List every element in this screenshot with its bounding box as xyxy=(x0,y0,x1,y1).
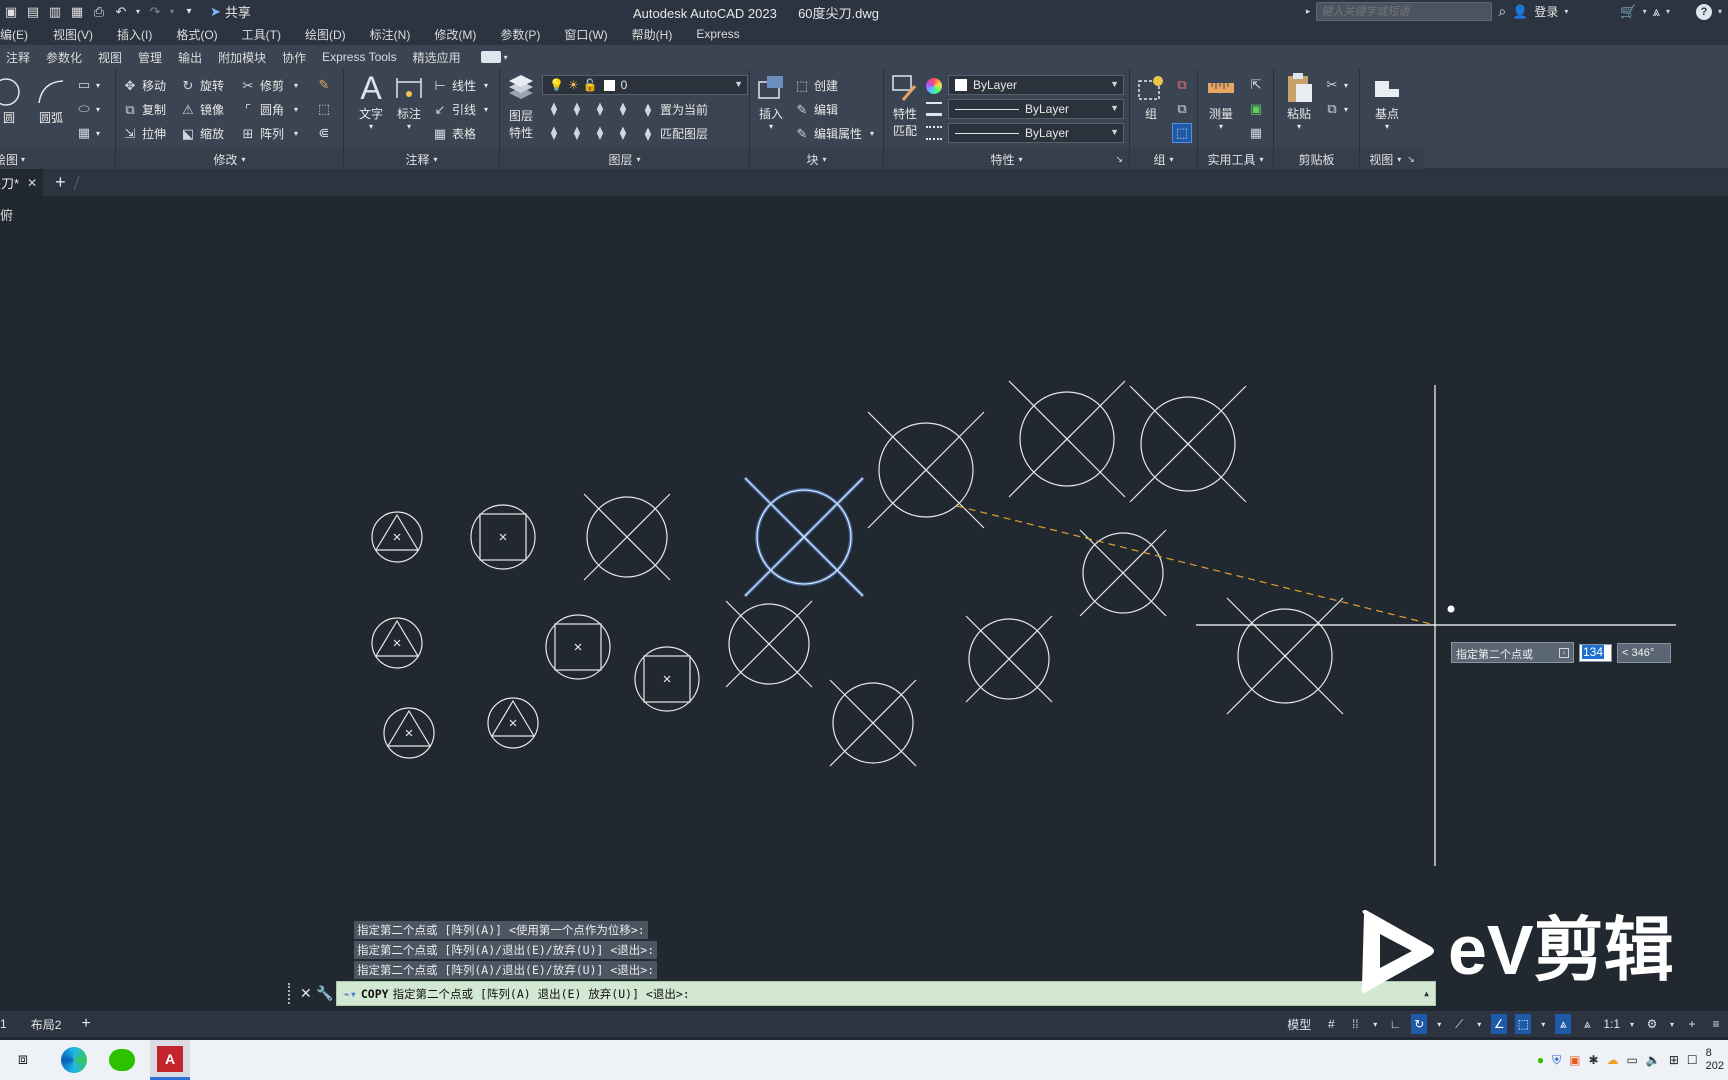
circle-cross-mark-block[interactable] xyxy=(1226,597,1344,715)
plus-icon[interactable]: + xyxy=(1684,1014,1700,1034)
dynamic-input-distance[interactable]: 134 xyxy=(1579,644,1612,662)
circle-cross-block[interactable] xyxy=(583,493,671,581)
circle-triangle-block[interactable] xyxy=(383,707,435,759)
circle-cross-mark-block[interactable] xyxy=(1129,385,1247,503)
current-prompt: 指定第二个点或 [阵列(A) 退出(E) 放弃(U)] <退出>: xyxy=(392,986,690,1001)
action-center-icon[interactable]: ☐ xyxy=(1687,1053,1698,1067)
layout-tab-1[interactable]: 1 xyxy=(0,1017,7,1031)
cloud-icon[interactable]: ☁ xyxy=(1607,1053,1619,1067)
rubberband-line xyxy=(956,505,1436,626)
circle-cross-block[interactable] xyxy=(1079,529,1167,617)
security-icon[interactable]: ⛨ xyxy=(1552,1053,1561,1068)
grid-icon[interactable]: # xyxy=(1323,1014,1339,1034)
object-snap-tracking-icon[interactable]: ∠ xyxy=(1491,1014,1508,1034)
task-view-icon[interactable]: ⧈ xyxy=(0,1040,46,1080)
circle-square-block[interactable] xyxy=(545,614,611,680)
annotation-scale-button[interactable]: 1:1 xyxy=(1603,1014,1620,1034)
command-history-line: 指定第二个点或 [阵列(A)] <使用第一个点作为位移>: xyxy=(354,921,648,939)
add-layout-button[interactable]: + xyxy=(81,1015,90,1033)
customize-icon[interactable]: ≡ xyxy=(1708,1014,1724,1034)
play-logo-icon xyxy=(1361,910,1434,993)
annotation-visibility-icon[interactable]: ⩓ xyxy=(1555,1014,1572,1034)
circle-cross-block[interactable] xyxy=(965,615,1053,703)
edge-browser-icon[interactable] xyxy=(54,1040,94,1080)
app-tray-icon[interactable]: ▣ xyxy=(1569,1053,1580,1067)
circle-triangle-block[interactable] xyxy=(371,617,423,669)
circle-cross-mark-block[interactable] xyxy=(867,411,985,529)
command-icon[interactable]: ⌁▾ xyxy=(343,987,357,1001)
wechat-tray-icon[interactable]: ● xyxy=(1537,1053,1544,1067)
ev-watermark: eV剪辑 xyxy=(1352,904,1722,1004)
watermark-text: eV剪辑 xyxy=(1448,911,1674,989)
network-icon[interactable]: ▭ xyxy=(1627,1053,1638,1067)
bluetooth-icon[interactable]: ✱ xyxy=(1588,1053,1598,1067)
circle-triangle-block[interactable] xyxy=(487,697,539,749)
status-bar: 模型 # ⁞⁞ ▾ ∟ ↻ ▾ ⟋ ▾ ∠ ⬚ ▾ ⩓ ⩓ 1:1 ▾ ⚙ ▾ … xyxy=(1283,1011,1728,1037)
autocad-window: ▣ ▤ ▥ ▦ ⎙ ↶ ▾ ↷ ▾ ▾ ➤ 共享 Autodesk AutoCA… xyxy=(0,0,1728,1080)
crosshair-cursor xyxy=(1196,385,1676,866)
chevron-down-icon[interactable]: ▾ xyxy=(1371,1014,1379,1034)
chevron-down-icon[interactable]: ▾ xyxy=(1475,1014,1483,1034)
layout-tab-2[interactable]: 布局2 xyxy=(31,1016,62,1033)
model-space-button[interactable]: 模型 xyxy=(1283,1014,1315,1034)
ime-icon[interactable]: ⊞ xyxy=(1669,1053,1679,1067)
ortho-icon[interactable]: ∟ xyxy=(1387,1014,1403,1034)
circle-square-block[interactable] xyxy=(470,504,536,570)
chevron-down-icon[interactable]: ▾ xyxy=(1539,1014,1547,1034)
current-command: COPY xyxy=(360,986,389,1001)
circle-triangle-block[interactable] xyxy=(371,511,423,563)
chevron-down-icon[interactable]: ▾ xyxy=(1628,1014,1636,1034)
dynamic-input-prompt: 指定第二个点或 ↓ xyxy=(1451,642,1574,663)
down-arrow-icon[interactable]: ↓ xyxy=(1559,648,1569,658)
drag-handle[interactable] xyxy=(288,983,294,1004)
gear-icon[interactable]: ⚙ xyxy=(1644,1014,1660,1034)
volume-icon[interactable]: 🔈 xyxy=(1646,1053,1661,1067)
wechat-icon[interactable] xyxy=(102,1040,142,1080)
chevron-down-icon[interactable]: ▾ xyxy=(1435,1014,1443,1034)
windows-taskbar: ⧈ A ● ⛨ ▣ ✱ ☁ ▭ 🔈 ⊞ ☐ 8 202 xyxy=(0,1040,1728,1080)
system-tray: ● ⛨ ▣ ✱ ☁ ▭ 🔈 ⊞ ☐ 8 202 xyxy=(1537,1040,1728,1080)
command-history-line: 指定第二个点或 [阵列(A)/退出(E)/放弃(U)] <退出>: xyxy=(354,961,658,979)
close-icon[interactable]: ✕ xyxy=(300,985,316,1002)
object-snap-icon[interactable]: ⬚ xyxy=(1515,1014,1532,1034)
wrench-icon[interactable]: 🔧 xyxy=(316,985,336,1002)
command-input[interactable]: ⌁▾ COPY 指定第二个点或 [阵列(A) 退出(E) 放弃(U)] <退出>… xyxy=(336,981,1436,1006)
circle-cross-mark-block[interactable] xyxy=(1008,380,1126,498)
chevron-down-icon[interactable]: ▾ xyxy=(1668,1014,1676,1034)
circle-cross-block[interactable] xyxy=(829,679,917,767)
polar-tracking-icon[interactable]: ↻ xyxy=(1411,1014,1428,1034)
clock[interactable]: 8 202 xyxy=(1706,1047,1724,1073)
command-line: ✕ 🔧 ⌁▾ COPY 指定第二个点或 [阵列(A) 退出(E) 放弃(U)] … xyxy=(288,981,1436,1006)
circle-cross-block[interactable] xyxy=(725,600,813,688)
annotation-autoscale-icon[interactable]: ⩓ xyxy=(1579,1014,1595,1034)
snap-icon[interactable]: ⁞⁞ xyxy=(1347,1014,1363,1034)
circle-square-block[interactable] xyxy=(634,646,700,712)
isometric-icon[interactable]: ⟋ xyxy=(1451,1014,1467,1034)
command-history-line: 指定第二个点或 [阵列(A)/退出(E)/放弃(U)] <退出>: xyxy=(354,941,658,959)
dynamic-input-angle[interactable]: < 346° xyxy=(1617,643,1671,663)
autocad-app-icon[interactable]: A xyxy=(150,1040,190,1080)
cursor-marker-icon xyxy=(1447,605,1455,613)
